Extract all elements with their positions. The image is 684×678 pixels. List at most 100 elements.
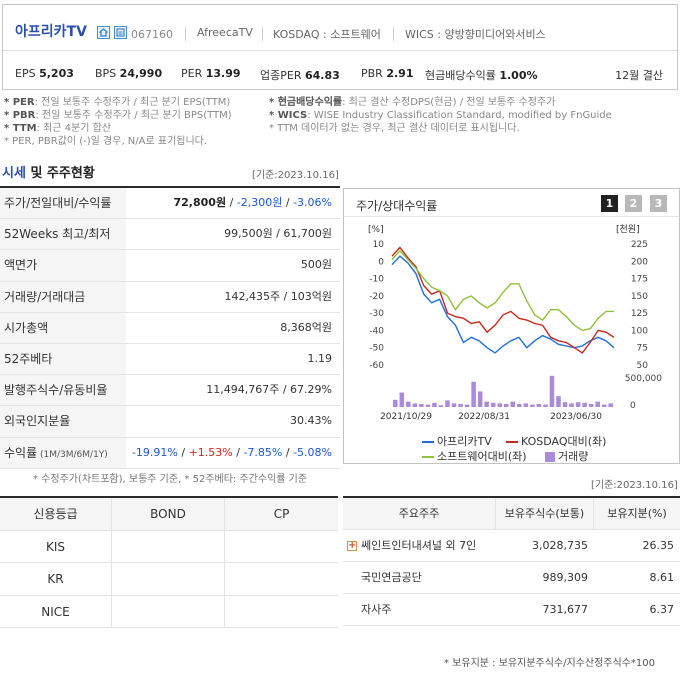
- x-tick-label: 2021/10/29: [380, 412, 432, 422]
- agency-name: NICE: [0, 595, 112, 627]
- chart-tab-3[interactable]: 3: [650, 195, 667, 212]
- volume-bar: [451, 403, 457, 407]
- note-ttm-missing: * TTM 데이터가 없는 경우, 최근 결산 데이터로 표시됩니다.: [269, 123, 520, 134]
- pct-value: 8.61: [649, 571, 675, 584]
- volume-bar: [608, 403, 613, 407]
- shareholder-name: + 쎄인트인터내셔널 외 7인: [347, 539, 477, 552]
- table-row: NICE: [0, 595, 338, 628]
- volume-bar: [556, 396, 561, 407]
- divider: [262, 27, 263, 41]
- divider: [185, 27, 186, 41]
- company-summary-box: 아프리카TV 067160 AfreecaTV KOSDAQ : 소프트웨어 W…: [2, 4, 678, 90]
- table-row: 외국인지분율 30.43%: [0, 406, 340, 438]
- table-row: 수익률 (1M/3M/6M/1Y) -19.91% / +1.53% / -7.…: [0, 437, 340, 469]
- table-row: 액면가 500원: [0, 250, 340, 282]
- chart-tab-2[interactable]: 2: [625, 195, 642, 212]
- left-tick-label: -20: [369, 292, 384, 302]
- row-label: 52Weeks 최고/최저: [0, 219, 126, 250]
- pct-value: 6.37: [649, 603, 675, 616]
- volume-bar: [595, 401, 600, 407]
- row-value: 142,435주 / 103억원: [224, 289, 332, 303]
- market-table: 주가/전일대비/수익률 72,800원 / -2,300원 / -3.06% 5…: [0, 186, 340, 469]
- row-value: 30.43%: [290, 414, 332, 428]
- cp-rating: [225, 563, 338, 595]
- left-tick-label: -30: [369, 309, 384, 319]
- volume-bar: [549, 375, 555, 407]
- chart-tab-1[interactable]: 1: [601, 195, 618, 212]
- volume-bar: [425, 404, 431, 407]
- volume-bar: [588, 404, 594, 407]
- table-row: 발행주식수/유동비율 11,494,767주 / 67.29%: [0, 375, 340, 407]
- right-tick-label: 50: [637, 361, 649, 371]
- table-row: 52주베타 1.19: [0, 343, 340, 376]
- volume-bar: [399, 392, 405, 407]
- legend-kosdaq: KOSDAQ대비(좌): [506, 433, 606, 449]
- left-tick-label: -60: [369, 361, 384, 371]
- left-axis-unit: [%]: [368, 225, 384, 235]
- left-tick-label: 10: [373, 240, 385, 250]
- header-pct: 보유지분(%): [594, 498, 680, 529]
- row-label: 시가총액: [0, 312, 126, 343]
- pct-value: 26.35: [642, 539, 675, 552]
- table-row: KIS: [0, 530, 338, 563]
- note-per: * PER: 전일 보통주 수정주가 / 최근 분기 EPS(TTM): [4, 97, 231, 108]
- table-row: 국민연금공단 989,309 8.61: [343, 562, 680, 594]
- volume-bar: [497, 403, 502, 407]
- volume-bar: [517, 404, 522, 407]
- volume-bar: [458, 404, 463, 407]
- company-english-name: AfreecaTV: [197, 26, 253, 39]
- agency-name: KIS: [0, 530, 112, 562]
- market-sector: KOSDAQ : 소프트웨어: [273, 28, 381, 41]
- shares-value: 989,309: [542, 571, 589, 584]
- volume-bar: [523, 403, 529, 407]
- volume-bar: [575, 402, 581, 407]
- wics-sector: WICS : 양방향미디어와서비스: [405, 28, 546, 41]
- price-chart-panel: 주가/상대수익률 1 2 3 [%] [천원] 10 0 -10 -20 -30 -40 -50…: [343, 188, 680, 464]
- shares-value: 731,677: [542, 603, 589, 616]
- note-wics: * WICS: WISE Industry Classification Sta…: [269, 110, 612, 121]
- table-row: 시가총액 8,368억원: [0, 312, 340, 344]
- right-axis-unit: [천원]: [616, 224, 640, 235]
- price-change-value: 72,800원 / -2,300원 / -3.06%: [173, 196, 333, 209]
- volume-bar: [536, 404, 542, 407]
- table-header-row: 신용등급 BOND CP: [0, 498, 338, 531]
- market-footnote: * 수정주가(차트포함), 보통주 기준, * 52주베타: 주간수익률 기준: [32, 474, 308, 485]
- legend-company: 아프리카TV: [422, 433, 492, 449]
- volume-bar: [562, 402, 568, 407]
- volume-bar: [432, 402, 437, 407]
- volume-bar: [477, 391, 483, 407]
- row-label: 외국인지분율: [0, 406, 126, 437]
- note-dividend: * 현금배당수익률: 최근 결산 수정DPS(현금) / 전일 보통주 수정주가: [269, 97, 556, 108]
- row-value: 1.19: [307, 351, 333, 365]
- header-credit-rating: 신용등급: [0, 498, 112, 530]
- right-tick-label: 175: [631, 275, 648, 285]
- credit-rating-table: 신용등급 BOND CP KIS KR NICE: [0, 496, 338, 628]
- right-tick-label: 150: [631, 292, 648, 302]
- row-value: 500원: [300, 258, 332, 272]
- volume-bar: [471, 381, 476, 407]
- returns-value: -19.91% / +1.53% / -7.85% / -5.08%: [131, 445, 332, 459]
- market-base-date: [기준:2023.10.16]: [252, 170, 339, 181]
- series-line-2: [391, 246, 615, 354]
- expand-plus-icon[interactable]: +: [347, 541, 357, 551]
- definition-notes: * PER: 전일 보통주 수정주가 / 최근 분기 EPS(TTM) * PB…: [4, 96, 680, 150]
- note-ttm: * TTM: 최근 4분기 합산: [4, 123, 112, 134]
- left-tick-label: -10: [369, 275, 384, 285]
- stat-eps: EPS 5,203: [15, 67, 74, 80]
- table-row: KR: [0, 563, 338, 596]
- divider: [393, 27, 394, 41]
- row-value: 99,500원 / 61,700원: [224, 227, 332, 241]
- stat-pbr: PBR 2.91: [361, 67, 414, 80]
- volume-bar: [504, 404, 509, 407]
- row-label: 수익률 (1M/3M/6M/1Y): [0, 437, 126, 468]
- company-info-icon[interactable]: [114, 26, 127, 39]
- x-tick-label: 2023/06/30: [550, 412, 602, 422]
- price-chart: [%] [천원]100-10-20-30-40-50-60225200175150…: [368, 224, 662, 422]
- volume-bar: [490, 402, 496, 407]
- company-home-icon[interactable]: [97, 26, 110, 39]
- left-tick-label: -50: [369, 344, 384, 354]
- chart-header: 주가/상대수익률 1 2 3: [344, 189, 679, 217]
- right-tick-label: 100: [631, 326, 648, 336]
- volume-tick-label: 0: [630, 401, 636, 411]
- row-label: 52주베타: [0, 343, 126, 375]
